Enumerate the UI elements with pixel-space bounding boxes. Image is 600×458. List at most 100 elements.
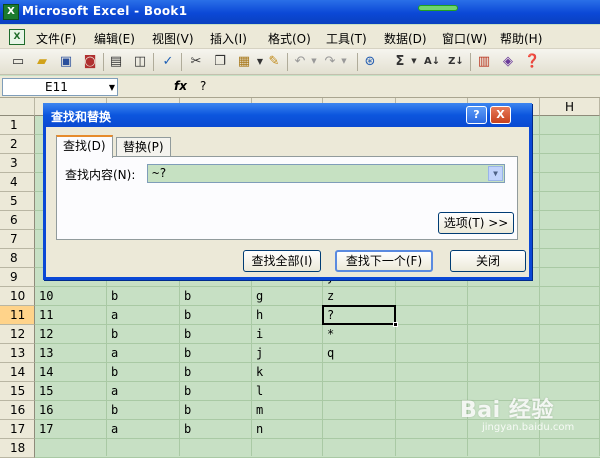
- tab-replace[interactable]: 替换(P): [116, 137, 171, 157]
- row-header[interactable]: 17: [0, 420, 35, 439]
- formula-input[interactable]: ?: [200, 79, 206, 93]
- row-header[interactable]: 13: [0, 344, 35, 363]
- cell[interactable]: 15: [39, 382, 53, 401]
- menu-view[interactable]: 视图(V): [152, 30, 194, 47]
- sort-descending-icon[interactable]: Z↓: [448, 53, 464, 70]
- row-header[interactable]: 15: [0, 382, 35, 401]
- close-button[interactable]: 关闭: [450, 250, 526, 272]
- chart-icon[interactable]: ▥: [476, 53, 492, 70]
- cell[interactable]: b: [184, 401, 191, 420]
- cell[interactable]: z: [327, 287, 334, 306]
- find-all-button[interactable]: 查找全部(I): [243, 250, 321, 272]
- cell[interactable]: n: [256, 420, 263, 439]
- row-header[interactable]: 6: [0, 211, 35, 230]
- cell[interactable]: a: [111, 344, 118, 363]
- row-header[interactable]: 4: [0, 173, 35, 192]
- row-header[interactable]: 10: [0, 287, 35, 306]
- cell[interactable]: 10: [39, 287, 53, 306]
- cell[interactable]: m: [256, 401, 263, 420]
- format-painter-icon[interactable]: ✎: [266, 53, 282, 70]
- menu-tools[interactable]: 工具(T): [326, 30, 367, 47]
- cell[interactable]: b: [111, 325, 118, 344]
- select-all-corner[interactable]: [0, 98, 35, 116]
- menu-file[interactable]: 文件(F): [36, 30, 76, 47]
- cell[interactable]: l: [256, 382, 263, 401]
- cell[interactable]: b: [184, 382, 191, 401]
- new-icon[interactable]: ▭: [10, 53, 26, 70]
- print-preview-icon[interactable]: ◫: [132, 53, 148, 70]
- row-header[interactable]: 1: [0, 116, 35, 135]
- save-icon[interactable]: ▣: [58, 53, 74, 70]
- row-header[interactable]: 2: [0, 135, 35, 154]
- workbook-icon[interactable]: X: [9, 29, 25, 45]
- print-icon[interactable]: ▤: [108, 53, 124, 70]
- menu-insert[interactable]: 插入(I): [210, 30, 247, 47]
- cell[interactable]: b: [184, 287, 191, 306]
- hyperlink-icon[interactable]: ⊛: [362, 53, 378, 70]
- row-header[interactable]: 3: [0, 154, 35, 173]
- cell[interactable]: b: [184, 306, 191, 325]
- cell[interactable]: i: [256, 325, 263, 344]
- menu-format[interactable]: 格式(O): [268, 30, 311, 47]
- menu-edit[interactable]: 编辑(E): [94, 30, 135, 47]
- cell[interactable]: q: [327, 344, 334, 363]
- dialog-close-icon[interactable]: X: [490, 106, 511, 124]
- cell[interactable]: 14: [39, 363, 53, 382]
- cell[interactable]: *: [327, 325, 334, 344]
- redo-dropdown-icon[interactable]: ▼: [336, 53, 352, 70]
- cell[interactable]: 17: [39, 420, 53, 439]
- cell[interactable]: j: [256, 344, 263, 363]
- cell[interactable]: b: [111, 287, 118, 306]
- cut-icon[interactable]: ✂: [188, 53, 204, 70]
- name-box[interactable]: E11 ▼: [2, 78, 118, 96]
- cell[interactable]: b: [184, 325, 191, 344]
- cell[interactable]: a: [111, 382, 118, 401]
- cell[interactable]: a: [111, 420, 118, 439]
- dialog-title-bar[interactable]: 查找和替换 ? X: [43, 103, 532, 127]
- copy-icon[interactable]: ❐: [212, 53, 228, 70]
- insert-function-icon[interactable]: fx: [174, 79, 187, 93]
- tab-find[interactable]: 查找(D): [56, 135, 113, 158]
- cell[interactable]: k: [256, 363, 263, 382]
- undo-dropdown-icon[interactable]: ▼: [306, 53, 322, 70]
- column-header[interactable]: H: [540, 98, 600, 116]
- cell[interactable]: g: [256, 287, 263, 306]
- find-what-input[interactable]: ~? ▼: [147, 164, 505, 183]
- row-header[interactable]: 14: [0, 363, 35, 382]
- cell[interactable]: b: [184, 363, 191, 382]
- row-header[interactable]: 16: [0, 401, 35, 420]
- cell[interactable]: 16: [39, 401, 53, 420]
- open-icon[interactable]: ▰: [34, 53, 50, 70]
- help-icon[interactable]: ❓: [524, 53, 540, 70]
- row-header[interactable]: 11: [0, 306, 35, 325]
- find-next-button[interactable]: 查找下一个(F): [335, 250, 433, 272]
- chevron-down-icon[interactable]: ▼: [488, 166, 503, 181]
- menu-data[interactable]: 数据(D): [384, 30, 427, 47]
- options-button[interactable]: 选项(T) >>: [438, 212, 514, 234]
- cell[interactable]: 12: [39, 325, 53, 344]
- autosum-dropdown-icon[interactable]: ▼: [406, 53, 422, 70]
- paste-icon[interactable]: ▦: [236, 53, 252, 70]
- spelling-icon[interactable]: ✓: [160, 53, 176, 70]
- chevron-down-icon[interactable]: ▼: [109, 80, 115, 96]
- menu-window[interactable]: 窗口(W): [442, 30, 487, 47]
- row-header[interactable]: 7: [0, 230, 35, 249]
- fill-handle[interactable]: [393, 322, 398, 327]
- row-header[interactable]: 5: [0, 192, 35, 211]
- drawing-icon[interactable]: ◈: [500, 53, 516, 70]
- row-header[interactable]: 9: [0, 268, 35, 287]
- cell[interactable]: b: [111, 401, 118, 420]
- menu-help[interactable]: 帮助(H): [500, 30, 542, 47]
- dialog-help-button[interactable]: ?: [466, 106, 487, 124]
- permission-icon[interactable]: ◙: [82, 53, 98, 70]
- cell[interactable]: 11: [39, 306, 53, 325]
- active-cell-border[interactable]: [322, 305, 398, 327]
- row-header[interactable]: 12: [0, 325, 35, 344]
- sort-ascending-icon[interactable]: A↓: [424, 53, 440, 70]
- cell[interactable]: h: [256, 306, 263, 325]
- cell[interactable]: b: [184, 420, 191, 439]
- cell[interactable]: b: [111, 363, 118, 382]
- cell[interactable]: b: [184, 344, 191, 363]
- cell[interactable]: a: [111, 306, 118, 325]
- cell[interactable]: 13: [39, 344, 53, 363]
